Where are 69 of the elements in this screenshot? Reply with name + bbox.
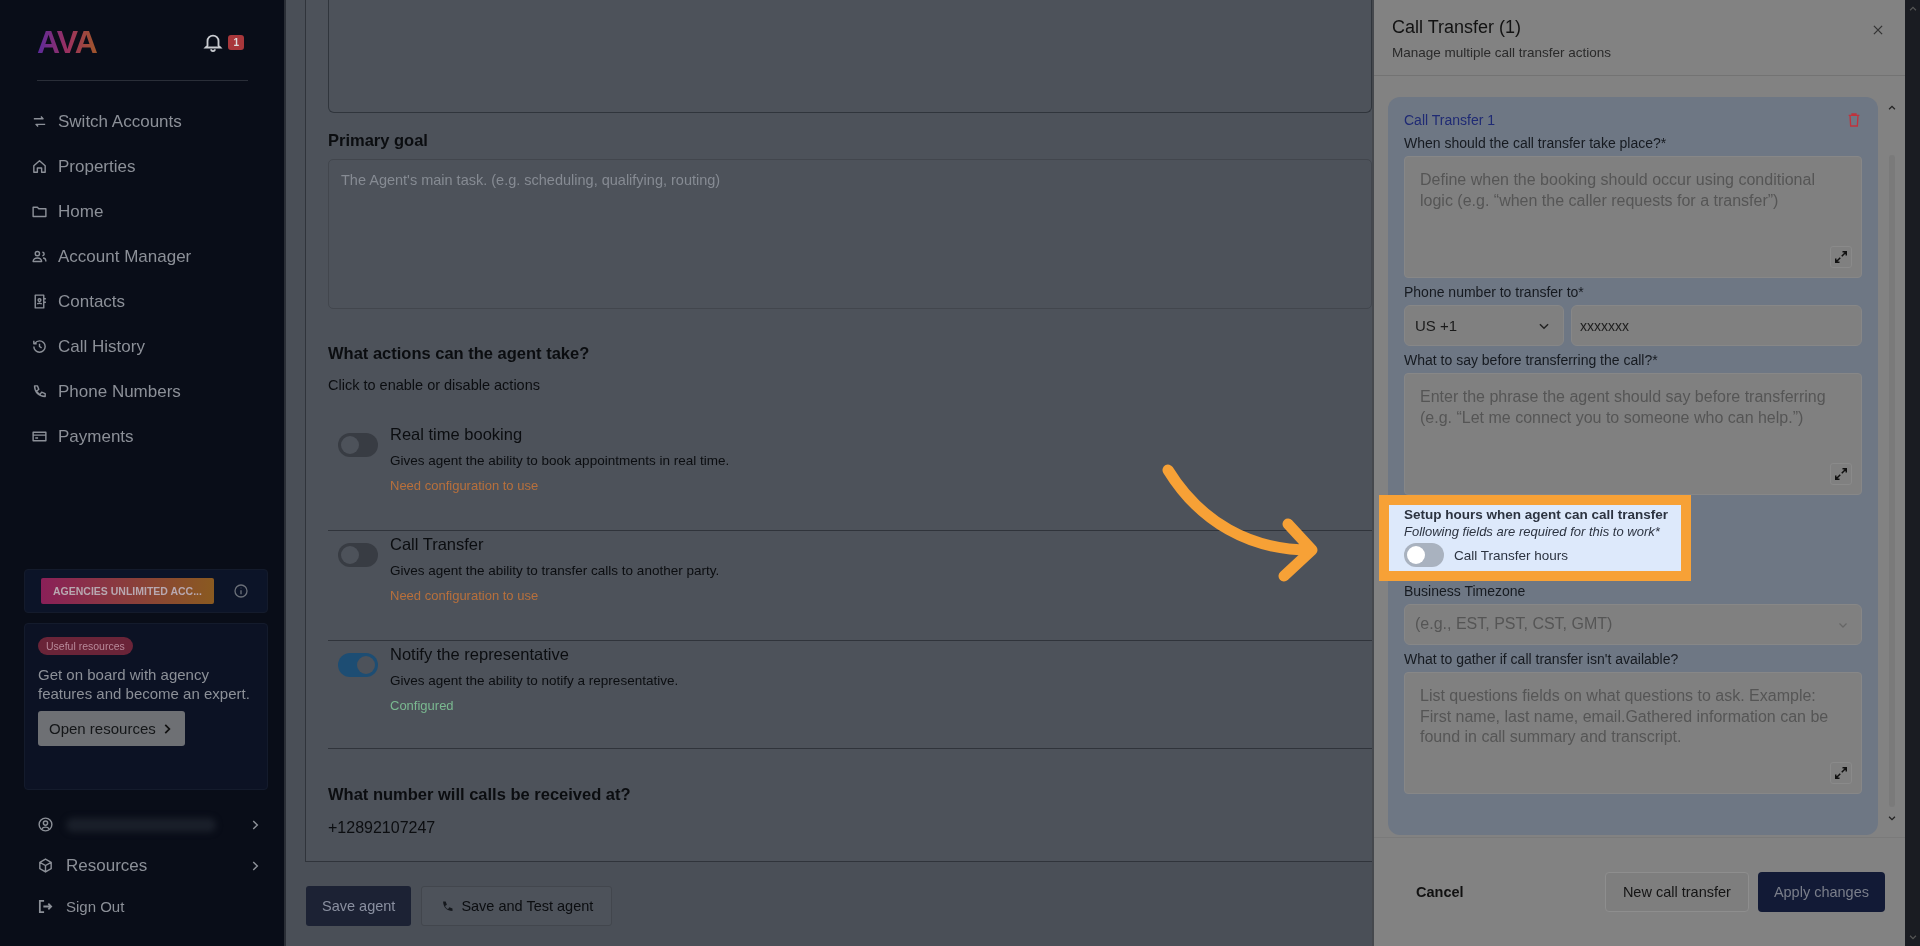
expand-icon[interactable] [1830,246,1852,268]
apply-changes-button[interactable]: Apply changes [1757,872,1885,912]
card-title: Call Transfer 1 [1404,112,1496,128]
expand-icon[interactable] [1830,762,1852,784]
country-select[interactable]: US +1 [1404,305,1564,346]
nav-icon [31,113,48,130]
hours-toggle[interactable] [1404,543,1444,567]
user-icon[interactable] [37,816,54,833]
sign-out-icon [37,898,54,915]
close-icon[interactable] [1871,23,1885,37]
action-description: Gives agent the ability to notify a representative. [390,673,679,688]
sidebar-item[interactable]: Payments [27,414,248,459]
action-description: Gives agent the ability to transfer calls to another party. [390,563,720,578]
scroll-down-icon[interactable] [1907,932,1918,942]
info-icon[interactable] [233,583,249,599]
action-toggle[interactable] [338,433,378,457]
sidebar-item[interactable]: Phone Numbers [27,369,248,414]
phone-input[interactable]: xxxxxxx [1571,305,1862,346]
expand-icon[interactable] [1830,463,1852,485]
nav-icon [31,338,48,355]
action-title: Real time booking [390,425,524,444]
section-subtitle: Click to enable or disable actions [328,377,541,393]
scrollbar[interactable] [1905,0,1920,946]
scroll-up-icon[interactable] [1887,103,1897,113]
nav-icon [31,383,48,400]
action-toggle[interactable] [338,543,378,567]
nav-icon [31,158,48,175]
field-label: When should the call transfer take place?* [1404,135,1668,151]
section-title: What actions can the agent take? [328,344,591,363]
resources-link[interactable]: Resources [66,855,148,876]
sidebar-item[interactable]: Home [27,189,248,234]
field-label: What to gather if call transfer isn't available? [1404,651,1680,667]
plan-badge[interactable]: AGENCIES UNLIMITED ACC... [41,578,214,604]
action-description: Gives agent the ability to book appointments in real time. [390,453,730,468]
resources-text: Get on board with agency features and become an expert. [38,665,251,703]
sidebar-item[interactable]: Call History [27,324,248,369]
sidebar-item[interactable]: Properties [27,144,248,189]
scroll-up-icon[interactable] [1907,4,1918,14]
field-label: What to say before transferring the call?* [1404,352,1659,368]
action-title: Call Transfer [390,535,485,554]
section-note: Following fields are required for this to work* [1404,524,1661,539]
section-title: What number will calls be received at? [328,785,632,804]
action-status: Need configuration to use [390,478,540,493]
field-label: Primary goal [328,131,429,150]
save-agent-button[interactable]: Save agent [306,886,412,926]
action-toggle[interactable] [338,653,378,677]
field-label: Phone number to transfer to* [1404,284,1585,300]
action-status: Configured [390,698,455,713]
new-call-transfer-button[interactable]: New call transfer [1604,872,1749,912]
sign-out-link[interactable]: Sign Out [66,898,125,915]
toggle-label: Call Transfer hours [1454,547,1569,563]
sidebar-item[interactable]: Contacts [27,279,248,324]
action-title: Notify the representative [390,645,570,664]
panel-title: Call Transfer (1) [1392,17,1523,38]
action-status: Need configuration to use [390,588,540,603]
panel-subtitle: Manage multiple call transfer actions [1392,45,1612,60]
resources-tag: Useful resources [38,637,133,655]
cube-icon [37,857,54,874]
nav-icon [31,248,48,265]
sidebar-item[interactable]: Account Manager [27,234,248,279]
section-title: Setup hours when agent can call transfer [1404,507,1669,522]
phone-number: +12892107247 [328,819,437,837]
cancel-button[interactable]: Cancel [1400,872,1480,912]
open-resources-button[interactable]: Open resources [38,711,185,746]
primary-goal-field[interactable]: The Agent's main task. (e.g. scheduling, qualifying, routing) [328,159,1372,309]
notification-badge: 1 [228,34,244,50]
field-label: Business Timezone [1404,583,1527,599]
sidebar-item[interactable]: Switch Accounts [27,99,248,144]
scroll-down-icon[interactable] [1887,813,1897,823]
